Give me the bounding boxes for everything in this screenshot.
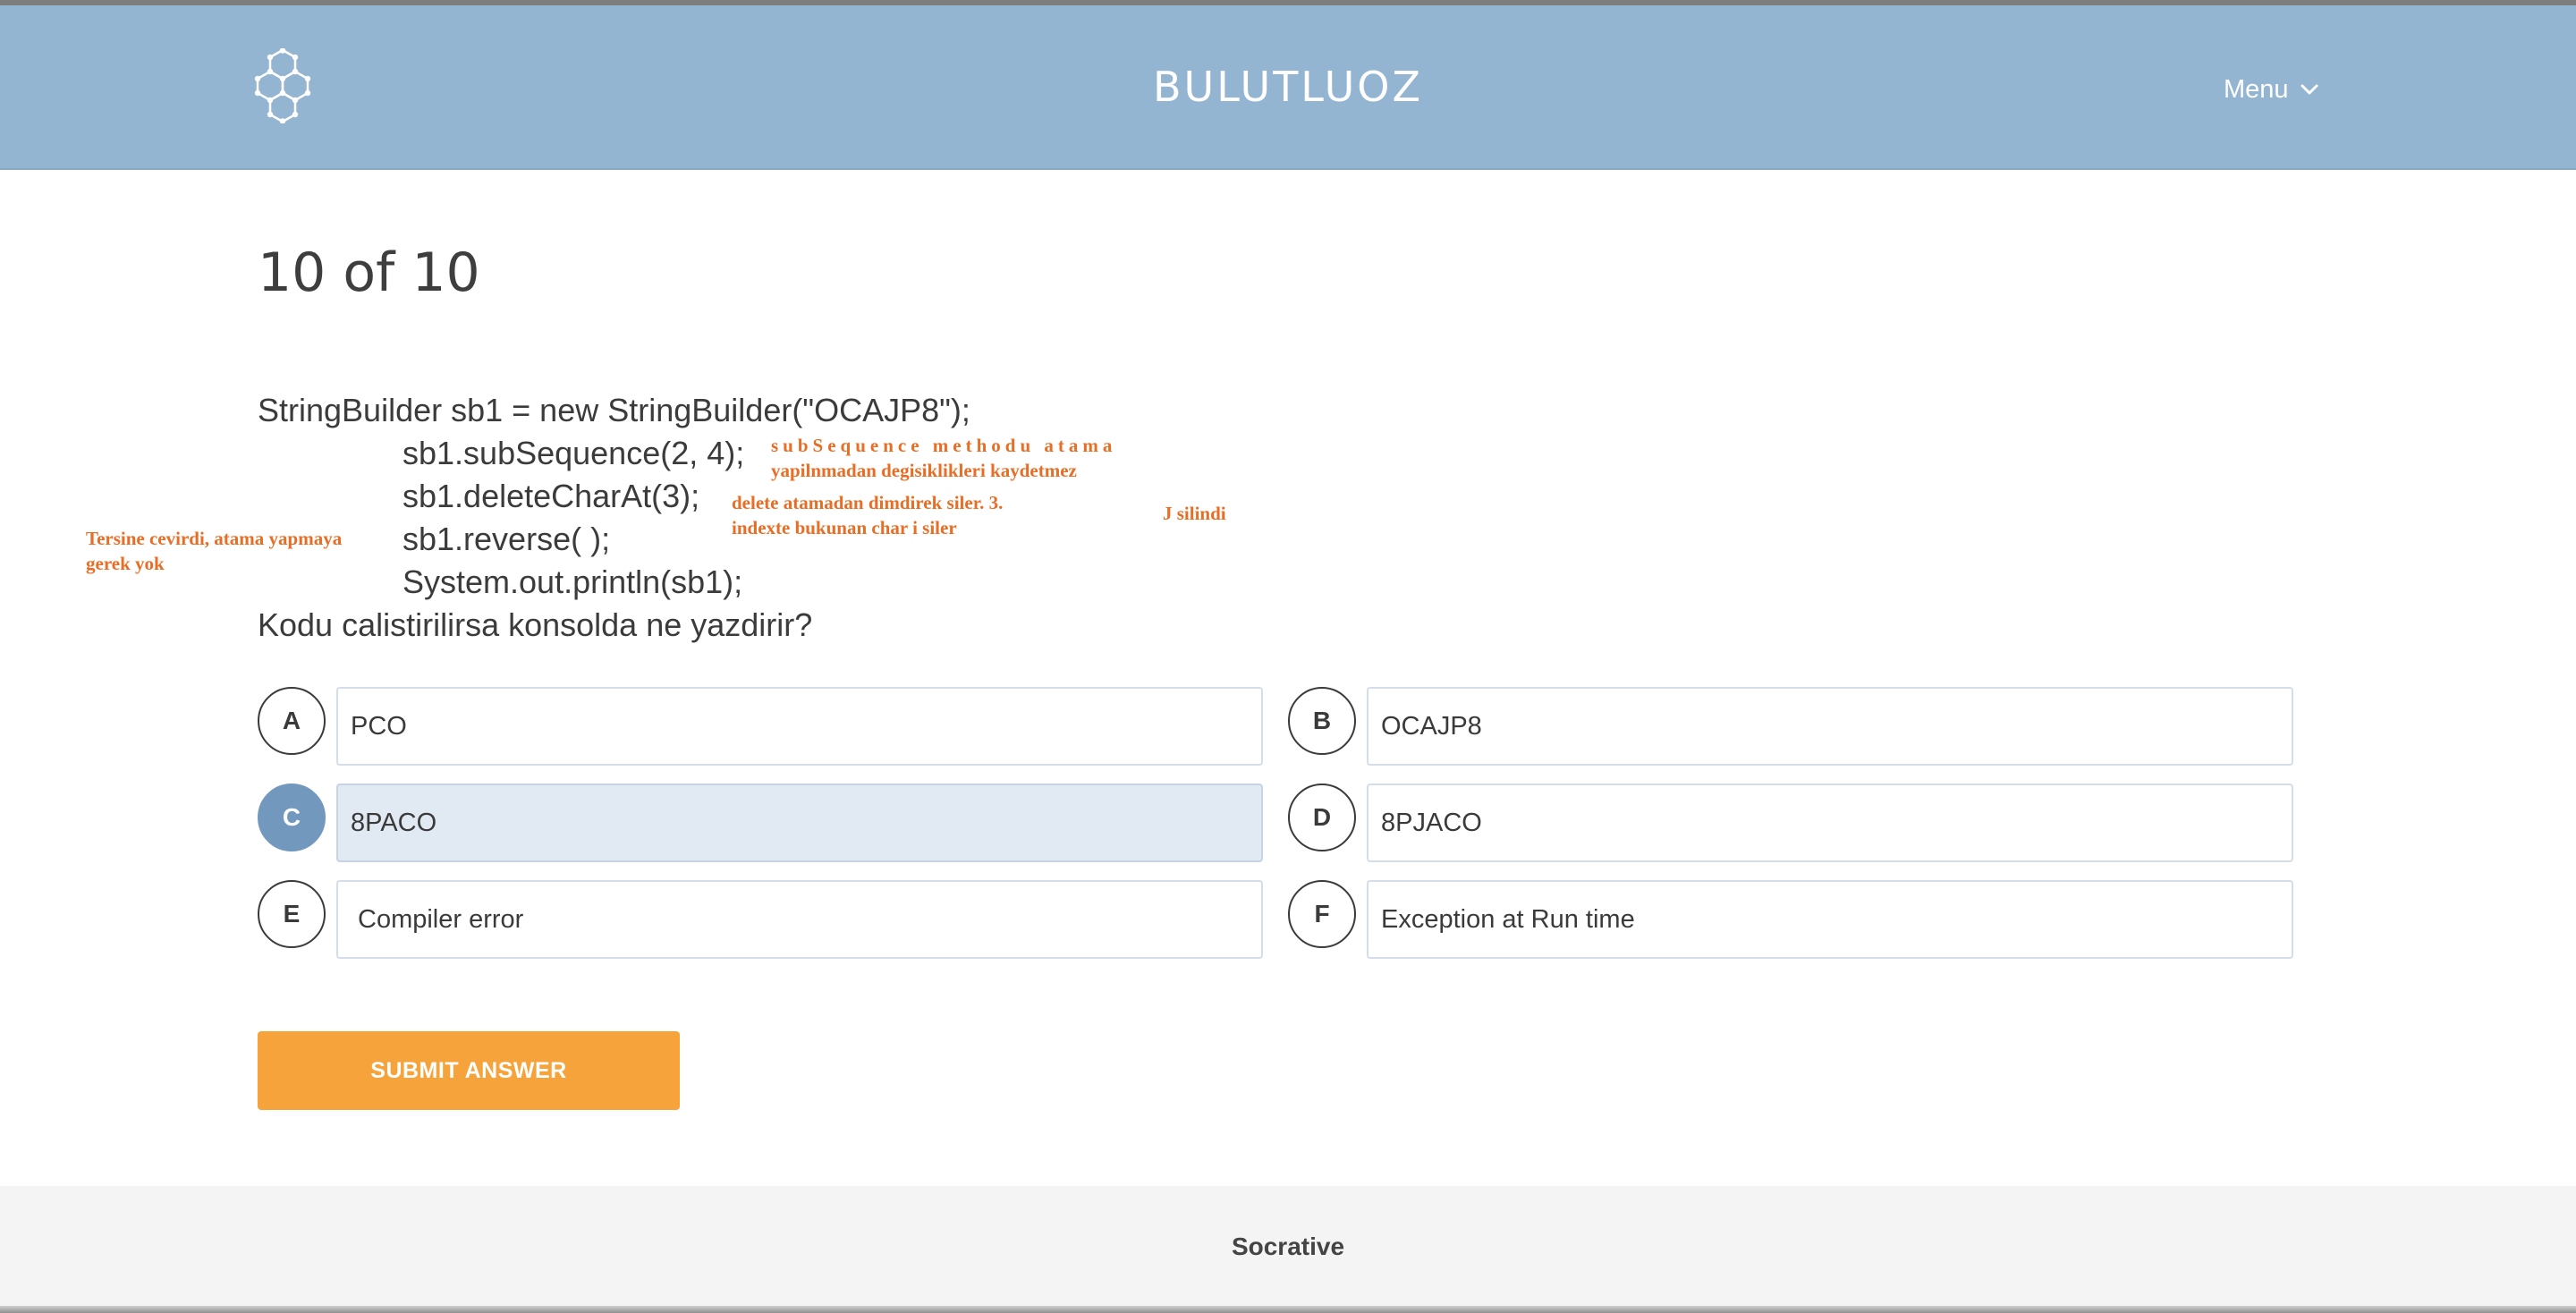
brand-title: BULUTLUOZ (1152, 63, 1424, 111)
option-e-letter[interactable]: E (258, 880, 326, 948)
annotation-delete-line-2: indexte bukunan char i siler (732, 517, 957, 538)
code-line-1: StringBuilder sb1 = new StringBuilder("O… (258, 392, 970, 428)
option-c[interactable]: 8PACO (336, 784, 1263, 862)
annotation-reverse-line-1: Tersine cevirdi, atama yapmaya (86, 528, 343, 549)
footer: Socrative (0, 1186, 2576, 1306)
code-line-3: sb1.deleteCharAt(3); (402, 478, 700, 514)
menu-button[interactable]: Menu (2224, 72, 2319, 107)
code-line-4: sb1.reverse( ); (402, 521, 611, 557)
option-c-letter[interactable]: C (258, 784, 326, 851)
question-prompt: Kodu calistirilirsa konsolda ne yazdirir… (258, 606, 813, 643)
option-e[interactable]: Compiler error (336, 880, 1263, 959)
option-b-letter[interactable]: B (1288, 687, 1356, 755)
annotation-delete-line-1: delete atamadan dimdirek siler. 3. (732, 492, 1004, 513)
option-d[interactable]: 8PJACO (1367, 784, 2293, 862)
option-f[interactable]: Exception at Run time (1367, 880, 2293, 959)
option-b[interactable]: OCAJP8 (1367, 687, 2293, 766)
annotation-subsequence-line-2: yapilnmadan degisiklikleri kaydetmez (771, 460, 1077, 481)
annotation-reverse-line-2: gerek yok (86, 553, 165, 574)
code-line-5: System.out.println(sb1); (402, 563, 743, 600)
footer-brand[interactable]: Socrative (0, 1233, 2576, 1261)
question-counter: 10 of 10 (258, 241, 480, 304)
code-line-2: sb1.subSequence(2, 4); (402, 435, 745, 471)
option-f-letter[interactable]: F (1288, 880, 1356, 948)
annotation-j-removed: J silindi (1163, 503, 1226, 524)
option-a[interactable]: PCO (336, 687, 1263, 766)
option-d-letter[interactable]: D (1288, 784, 1356, 851)
submit-answer-button[interactable]: SUBMIT ANSWER (258, 1031, 680, 1110)
option-a-letter[interactable]: A (258, 687, 326, 755)
header-bar: BULUTLUOZ Menu (0, 5, 2576, 170)
chevron-down-icon (2301, 84, 2318, 95)
window-bottom-edge (0, 1306, 2576, 1313)
annotation-subsequence-line-1: subSequence methodu atama (771, 435, 1117, 456)
menu-label: Menu (2224, 74, 2289, 104)
